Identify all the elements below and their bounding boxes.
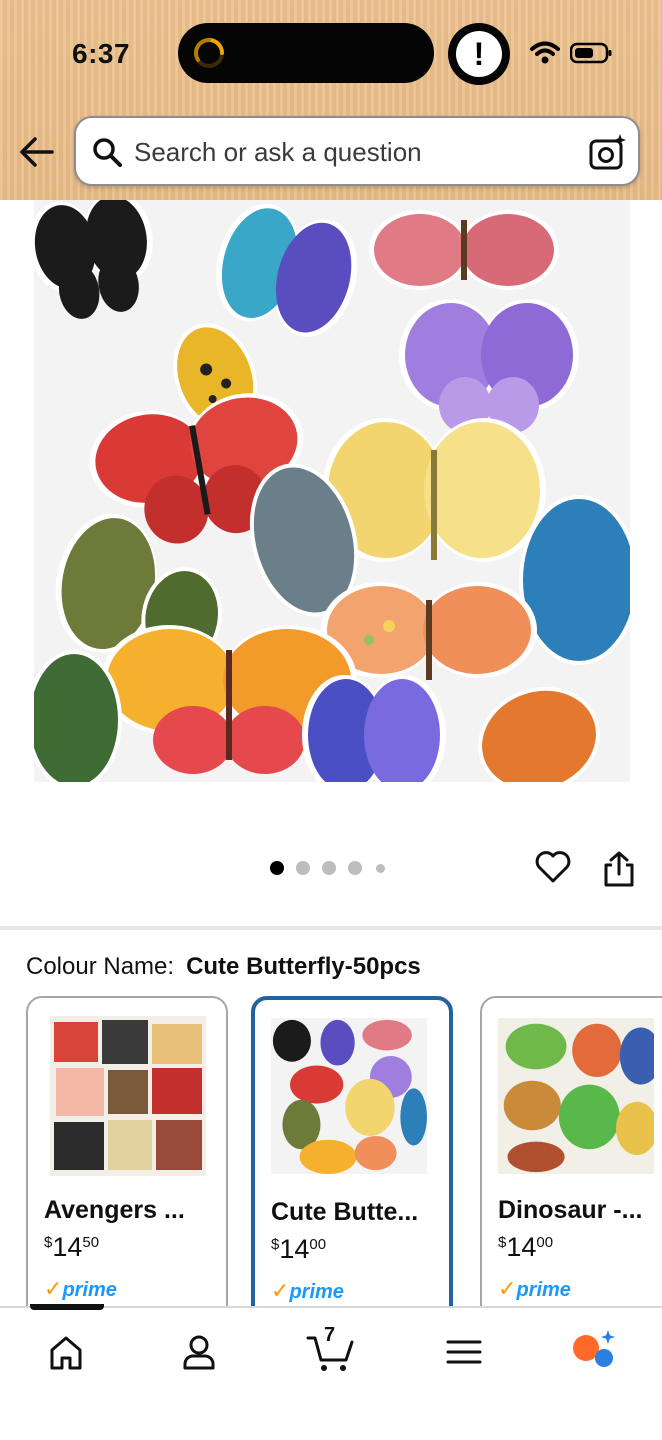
product-image[interactable] [34,200,630,782]
swatch-price-whole: 14 [52,1232,83,1262]
prime-word: prime [62,1279,117,1301]
carousel-dot[interactable] [296,861,310,875]
carousel-dot[interactable] [376,863,385,873]
swatch-price-cents: 50 [82,1234,100,1251]
swatch-price: $1450 [44,1232,99,1263]
swatch-currency: $ [44,1234,53,1251]
bottom-nav: 7 [0,1306,662,1440]
prime-badge: ✓prime [44,1276,117,1301]
prime-badge: ✓prime [271,1278,344,1303]
swatch-title: Cute Butte... [271,1198,419,1226]
section-divider [0,926,662,930]
swatch-title: Dinosaur -... [498,1196,643,1224]
share-icon[interactable] [602,850,636,888]
home-icon[interactable] [42,1328,90,1376]
colour-option-cute-butterfly[interactable]: Cute Butte... $1400 ✓prime [251,996,453,1326]
swatch-price: $1400 [498,1232,553,1263]
timer-icon [193,37,224,68]
prime-check-icon: ✓ [271,1278,290,1303]
search-icon [93,138,122,167]
alert-icon[interactable]: ! [448,23,510,85]
swatch-price-whole: 14 [506,1232,537,1262]
prime-badge: ✓prime [498,1276,571,1301]
carousel-dot[interactable] [322,861,336,875]
active-tab-indicator [30,1304,104,1310]
colour-option-dinosaur[interactable]: Dinosaur -... $1400 ✓prime [480,996,662,1326]
battery-icon [570,42,612,64]
carousel-dot[interactable] [270,861,284,875]
swatch-price-whole: 14 [279,1234,310,1264]
carousel-dot[interactable] [348,861,362,875]
prime-check-icon: ✓ [498,1276,517,1301]
butterfly-sticker-pink [369,210,559,290]
swatch-price-cents: 00 [536,1234,554,1251]
colour-option-avengers[interactable]: Avengers ... $1450 ✓prime [26,996,228,1326]
colour-name-row: Colour Name: Cute Butterfly-50pcs [26,953,421,981]
prime-word: prime [289,1281,344,1303]
status-time: 6:37 [72,38,131,69]
prime-word: prime [516,1279,571,1301]
prime-check-icon: ✓ [44,1276,63,1301]
swatch-currency: $ [498,1234,507,1251]
alert-glyph: ! [456,31,502,77]
rufus-assistant-icon[interactable] [570,1328,618,1376]
swatch-title: Avengers ... [44,1196,185,1224]
swatch-price: $1400 [271,1234,326,1265]
camera-lens-icon[interactable] [588,132,628,172]
app-header: 6:37 ! [0,0,662,200]
swatch-price-cents: 00 [309,1236,327,1253]
swatch-thumbnail [271,1018,427,1174]
account-icon[interactable] [175,1328,223,1376]
colour-selected-value: Cute Butterfly-50pcs [186,953,421,980]
wifi-icon [530,41,560,64]
search-input[interactable] [134,128,574,176]
back-arrow-icon[interactable] [18,134,56,170]
menu-icon[interactable] [440,1328,488,1376]
cart-button[interactable]: 7 [306,1324,358,1376]
search-bar[interactable] [74,116,640,186]
carousel-dots[interactable] [270,860,397,876]
cart-count: 7 [324,1324,336,1346]
swatch-currency: $ [271,1236,280,1253]
swatch-thumbnail [498,1018,654,1174]
swatch-thumbnail [50,1016,206,1176]
heart-icon[interactable] [534,848,572,886]
colour-label: Colour Name: [26,953,175,980]
